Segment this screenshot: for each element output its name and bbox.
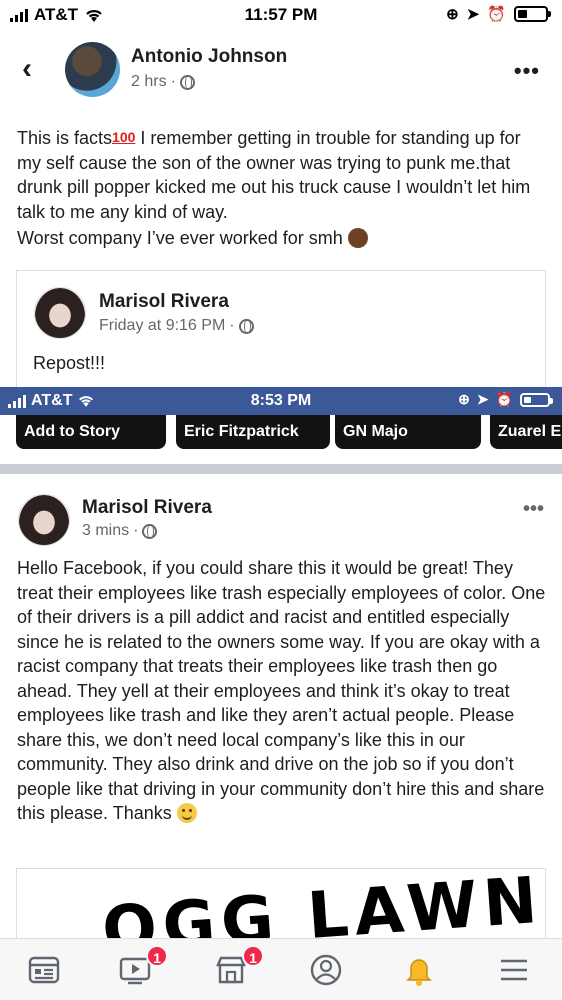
original-post-time[interactable]: 3 mins bbox=[82, 522, 129, 540]
post-paragraph: This is facts100 I remember getting in t… bbox=[17, 125, 547, 224]
post-text-closing: Worst company I’ve ever worked for smh bbox=[17, 228, 343, 248]
shared-author-name[interactable]: Marisol Rivera bbox=[99, 291, 229, 313]
news-feed-icon bbox=[28, 956, 60, 984]
location-icon: ➤ bbox=[466, 6, 480, 23]
inner-status-bar: AT&T 8:53 PM ⊕ ➤ ⏰ bbox=[0, 387, 562, 415]
story-chip[interactable]: Add to Story bbox=[16, 415, 166, 449]
original-post-text: Hello Facebook, if you could share this … bbox=[17, 556, 547, 826]
back-button[interactable]: ‹ bbox=[22, 54, 32, 84]
tab-notifications[interactable] bbox=[402, 953, 442, 989]
post-header: ‹ Antonio Johnson 2 hrs · ••• bbox=[0, 40, 562, 104]
embedded-screenshot: AT&T 8:53 PM ⊕ ➤ ⏰ Add to Story Eric Fit… bbox=[0, 387, 562, 474]
tab-bar: 1 1 bbox=[0, 938, 562, 1000]
location-icon: ➤ bbox=[476, 391, 489, 407]
post-image[interactable]: OGG LAWN bbox=[16, 868, 546, 948]
more-options-button[interactable]: ••• bbox=[514, 58, 540, 84]
story-chip[interactable]: GN Majo bbox=[335, 415, 481, 449]
tab-news-feed[interactable] bbox=[27, 953, 67, 989]
globe-icon bbox=[142, 523, 158, 539]
tab-marketplace[interactable]: 1 bbox=[214, 945, 264, 989]
shared-post-meta: Friday at 9:16 PM · bbox=[99, 317, 254, 335]
avatar[interactable] bbox=[65, 42, 120, 97]
original-author-name[interactable]: Marisol Rivera bbox=[82, 497, 212, 519]
stories-strip: Add to Story Eric Fitzpatrick GN Majo Zu… bbox=[0, 415, 562, 451]
alarm-icon: ⏰ bbox=[495, 391, 513, 407]
battery-icon bbox=[514, 6, 551, 22]
logo-lettering: OGG LAWN bbox=[99, 868, 546, 948]
more-options-button[interactable]: ••• bbox=[523, 498, 544, 521]
post-text-facts: This is facts bbox=[17, 128, 113, 148]
globe-icon bbox=[238, 318, 254, 334]
hundred-points-icon: 100 bbox=[112, 129, 136, 145]
orientation-lock-icon: ⊕ bbox=[446, 6, 459, 23]
post-meta: 2 hrs · bbox=[131, 73, 195, 91]
status-bar: AT&T 11:57 PM ⊕ ➤ ⏰ bbox=[0, 0, 562, 30]
globe-icon bbox=[179, 74, 195, 90]
shared-post-text: Repost!!! bbox=[33, 353, 106, 373]
avatar[interactable] bbox=[34, 287, 86, 339]
status-icons: ⊕ ➤ ⏰ bbox=[446, 5, 551, 23]
feed-divider bbox=[0, 464, 562, 474]
watch-badge: 1 bbox=[146, 945, 168, 967]
story-chip[interactable]: Zuarel E bbox=[490, 415, 562, 449]
shared-post-time[interactable]: Friday at 9:16 PM bbox=[99, 317, 225, 335]
battery-icon bbox=[520, 392, 553, 407]
marketplace-badge: 1 bbox=[242, 945, 264, 967]
avatar[interactable] bbox=[18, 494, 70, 546]
original-post-meta: 3 mins · bbox=[82, 522, 158, 540]
smiley-icon bbox=[176, 803, 197, 823]
shared-post-card[interactable]: Marisol Rivera Friday at 9:16 PM · Repos… bbox=[16, 270, 546, 400]
notifications-icon bbox=[406, 959, 432, 986]
profile-icon bbox=[310, 954, 342, 986]
tab-menu[interactable] bbox=[497, 953, 537, 989]
tab-profile[interactable] bbox=[309, 953, 349, 989]
menu-icon bbox=[501, 959, 527, 981]
story-chip[interactable]: Eric Fitzpatrick bbox=[176, 415, 330, 449]
post-body: This is facts100 I remember getting in t… bbox=[17, 125, 547, 251]
tab-watch[interactable]: 1 bbox=[118, 945, 168, 989]
post-author-name[interactable]: Antonio Johnson bbox=[131, 46, 287, 68]
alarm-icon: ⏰ bbox=[487, 6, 506, 23]
post-time[interactable]: 2 hrs bbox=[131, 73, 167, 91]
original-post-body: Hello Facebook, if you could share this … bbox=[17, 558, 546, 823]
post-paragraph: Worst company I’ve ever worked for smh bbox=[17, 226, 547, 251]
orientation-lock-icon: ⊕ bbox=[458, 391, 470, 407]
facepalm-emoji-icon bbox=[347, 228, 368, 248]
